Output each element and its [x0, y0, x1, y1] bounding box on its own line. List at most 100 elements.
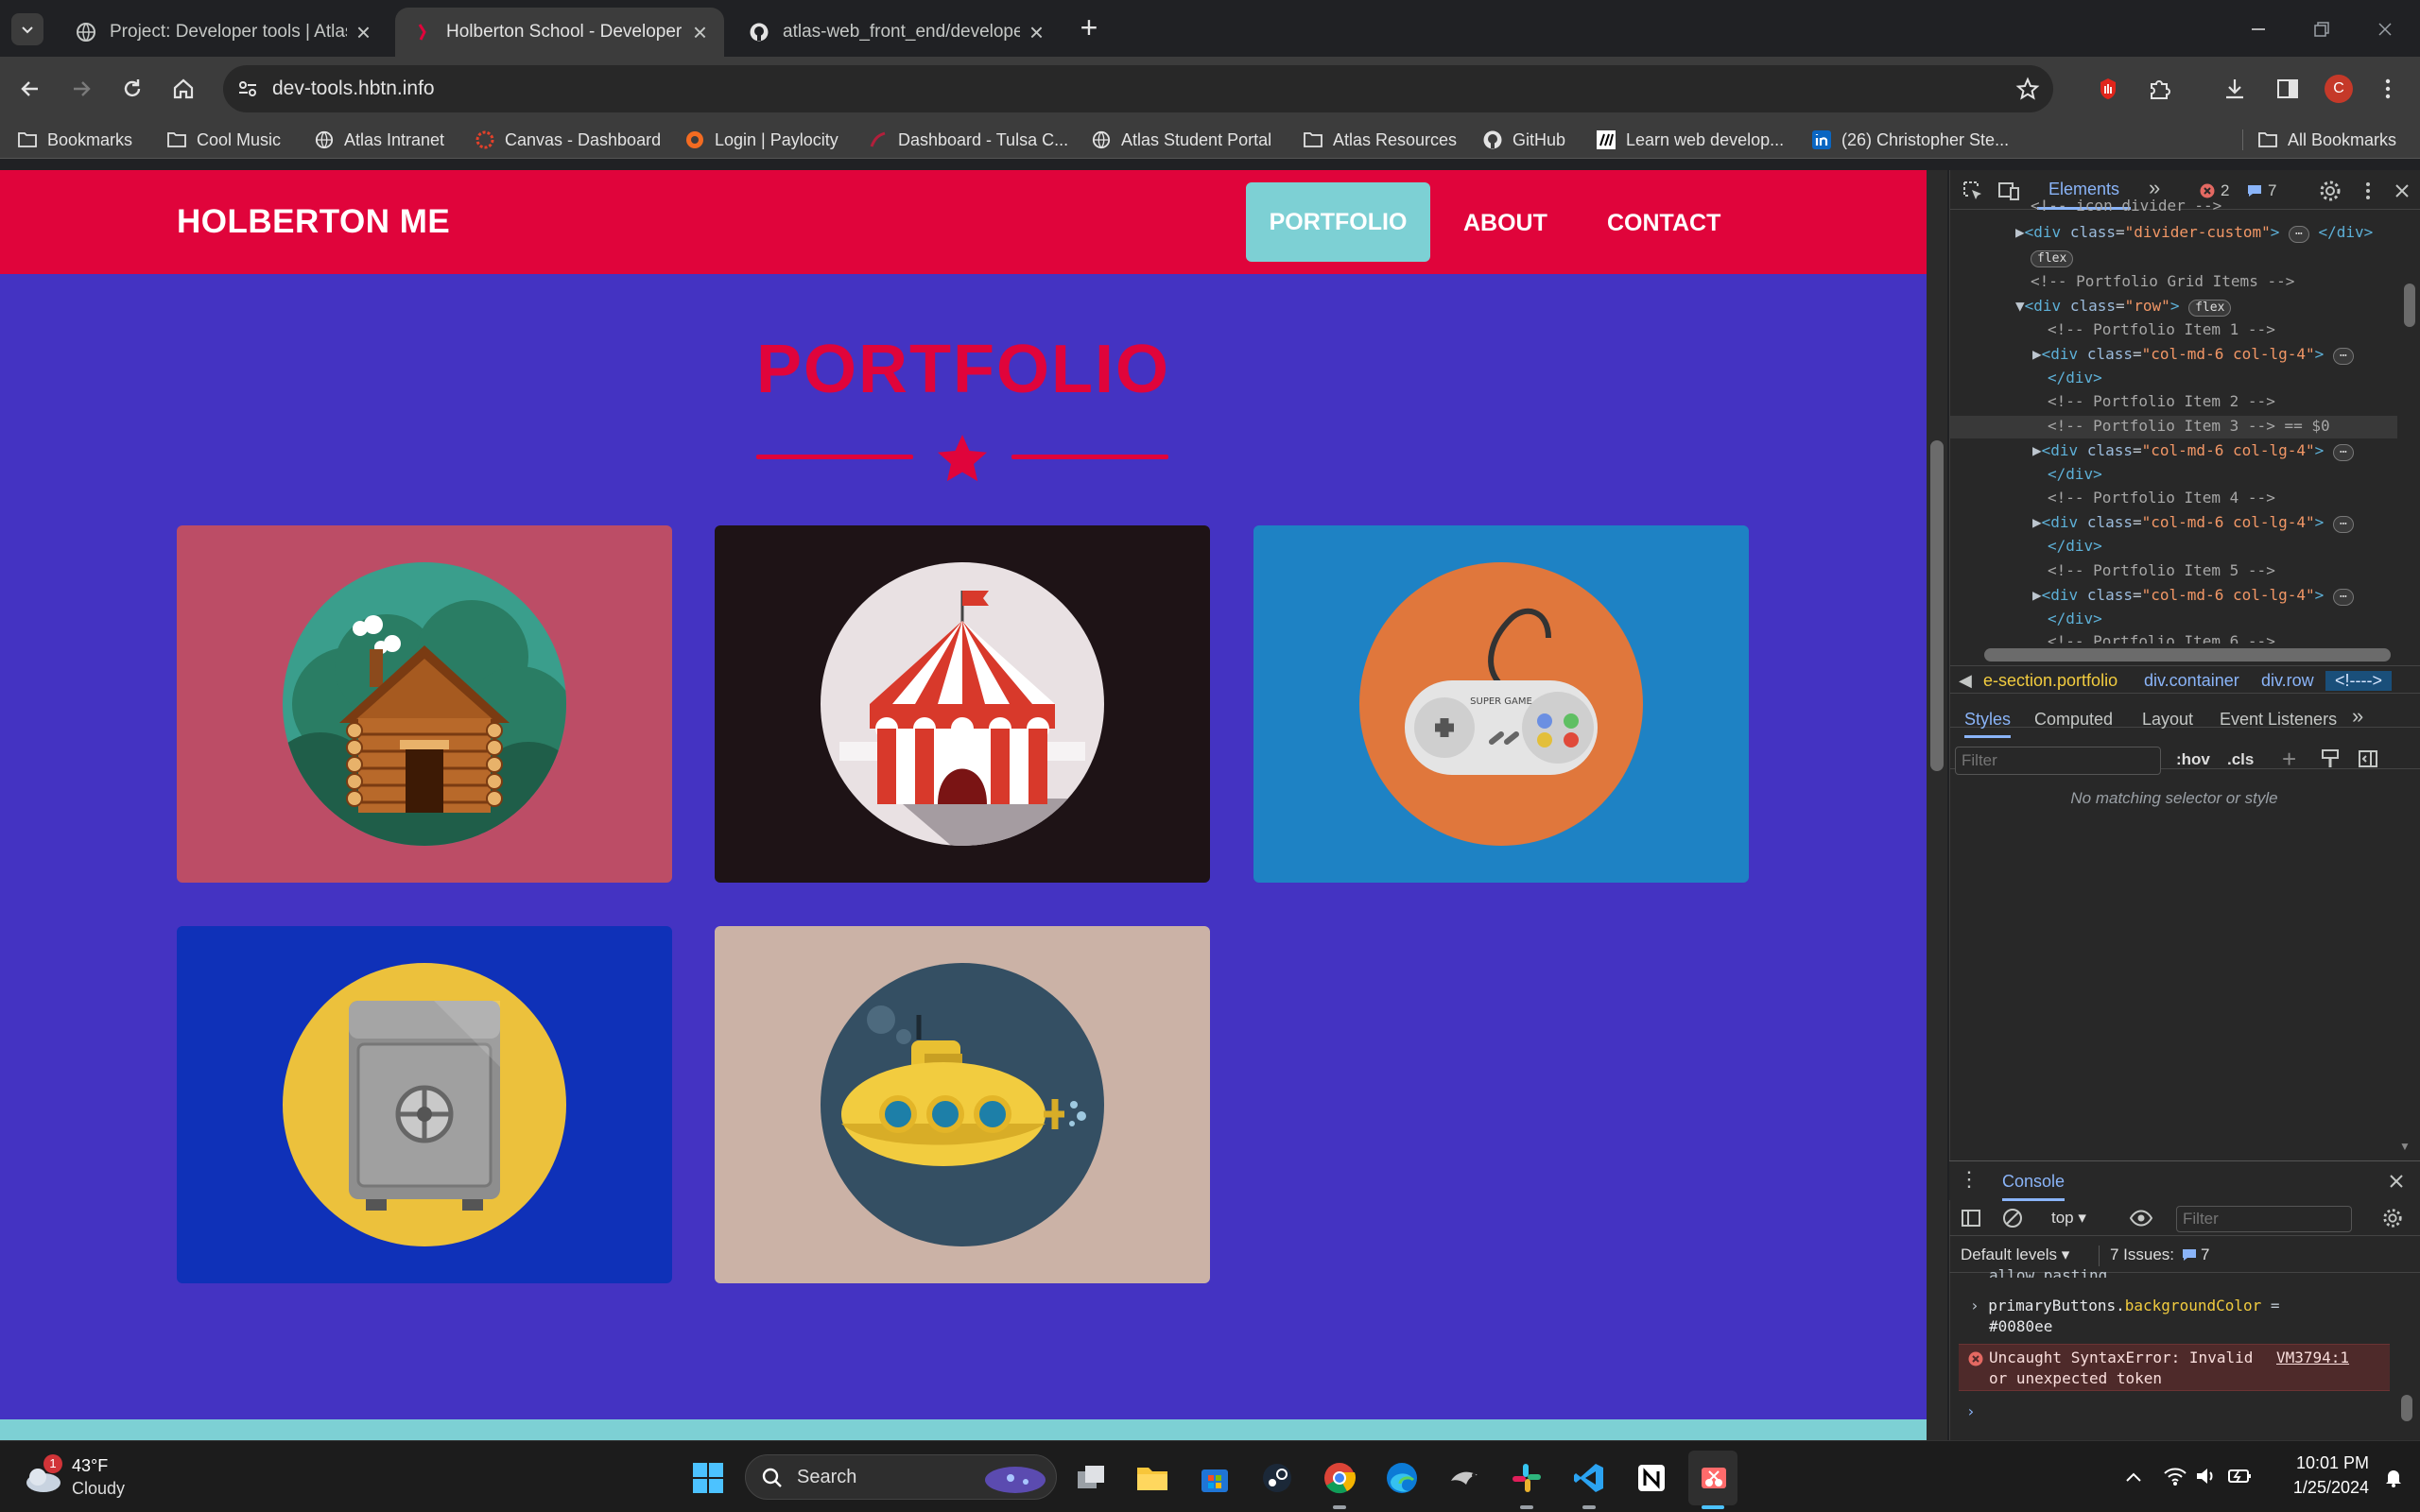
breadcrumb-item[interactable]: e-section.portfolio: [1983, 671, 2118, 691]
close-tab-icon[interactable]: ×: [1029, 20, 1044, 44]
notion-button[interactable]: [1634, 1460, 1669, 1496]
url-text[interactable]: dev-tools.hbtn.info: [272, 75, 435, 103]
tab-event-listeners[interactable]: Event Listeners: [2220, 710, 2337, 730]
bookmark-link[interactable]: Login | Paylocity: [684, 128, 838, 152]
dom-line[interactable]: ▶<div class="col-md-6 col-lg-4"> ⋯: [2032, 345, 2354, 365]
browser-menu-button[interactable]: [2369, 70, 2407, 108]
bookmark-folder[interactable]: Cool Music: [166, 128, 281, 152]
snipping-tool-button[interactable]: [1696, 1460, 1732, 1496]
dom-line[interactable]: <!-- icon divider -->: [2031, 197, 2221, 215]
dom-line[interactable]: ▶<div class="col-md-6 col-lg-4"> ⋯: [2032, 441, 2354, 461]
dom-line[interactable]: <!-- Portfolio Item 5 -->: [2048, 561, 2275, 580]
bookmark-folder[interactable]: Bookmarks: [17, 128, 132, 152]
paint-icon[interactable]: [2320, 748, 2341, 769]
clock[interactable]: 10:01 PM 1/25/2024: [2265, 1451, 2369, 1500]
bookmark-link[interactable]: Learn web develop...: [1596, 128, 1784, 152]
inspect-element-icon[interactable]: [1962, 180, 1984, 202]
horizontal-scrollbar[interactable]: [1984, 648, 2391, 662]
console-sidebar-icon[interactable]: [1961, 1208, 1981, 1228]
toggle-sidebar-icon[interactable]: [2358, 748, 2378, 769]
side-panel-button[interactable]: [2269, 70, 2307, 108]
dom-line[interactable]: </div>: [2048, 610, 2102, 628]
portfolio-item-5[interactable]: [715, 926, 1210, 1283]
game-app-button[interactable]: [1446, 1460, 1482, 1496]
steam-button[interactable]: [1259, 1460, 1295, 1496]
error-source-link[interactable]: VM3794:1: [2276, 1349, 2349, 1367]
site-brand[interactable]: HOLBERTON ME: [177, 203, 450, 241]
console-tab[interactable]: Console: [2002, 1161, 2066, 1201]
log-levels-dropdown[interactable]: Default levels ▾: [1961, 1246, 2069, 1264]
breadcrumb-item[interactable]: div.container: [2144, 671, 2239, 691]
dom-line[interactable]: <!-- Portfolio Item 6 -->: [2048, 632, 2275, 644]
back-button[interactable]: [11, 70, 49, 108]
console-log-entry[interactable]: › primaryButtons.backgroundColor =: [1970, 1297, 2280, 1315]
console-prompt[interactable]: ›: [1966, 1402, 1976, 1421]
notification-bell-icon[interactable]: [2382, 1466, 2405, 1488]
dom-line[interactable]: <!-- Portfolio Item 1 -->: [2048, 320, 2275, 339]
forward-button[interactable]: [62, 70, 100, 108]
portfolio-item-2[interactable]: [715, 525, 1210, 883]
styles-scroll-down-arrow[interactable]: ▼: [2399, 1140, 2411, 1153]
extension-button[interactable]: [2089, 70, 2127, 108]
close-tab-icon[interactable]: ×: [356, 20, 371, 44]
weather-widget[interactable]: 1 43°F Cloudy: [21, 1452, 153, 1502]
address-bar[interactable]: dev-tools.hbtn.info: [223, 65, 2053, 112]
bookmark-link[interactable]: Atlas Intranet: [314, 128, 444, 152]
drawer-menu-icon[interactable]: ⋮: [1959, 1167, 1979, 1192]
battery-icon[interactable]: [2227, 1466, 2252, 1486]
dom-line[interactable]: </div>: [2048, 369, 2102, 387]
tray-overflow-chevron[interactable]: [2121, 1460, 2146, 1494]
wifi-icon[interactable]: [2163, 1466, 2187, 1486]
dom-line[interactable]: ▶<div class="col-md-6 col-lg-4"> ⋯: [2032, 513, 2354, 533]
tab-styles[interactable]: Styles: [1964, 710, 2012, 738]
tab-computed[interactable]: Computed: [2034, 710, 2113, 730]
portfolio-item-4[interactable]: [177, 926, 672, 1283]
portfolio-item-3[interactable]: SUPER GAME: [1253, 525, 1749, 883]
new-style-rule-icon[interactable]: +: [2282, 745, 2296, 774]
extensions-menu-button[interactable]: [2140, 70, 2178, 108]
vscode-button[interactable]: [1571, 1460, 1607, 1496]
nav-link-about[interactable]: ABOUT: [1441, 197, 1570, 249]
clear-console-icon[interactable]: [2002, 1208, 2023, 1228]
dom-line[interactable]: </div>: [2048, 465, 2102, 484]
console-settings-icon[interactable]: [2382, 1208, 2403, 1228]
device-toolbar-icon[interactable]: [1997, 180, 2020, 202]
console-scrollbar-thumb[interactable]: [2401, 1395, 2412, 1421]
nav-link-portfolio[interactable]: PORTFOLIO: [1246, 182, 1430, 262]
breadcrumb-item-selected[interactable]: <!---->: [2325, 671, 2393, 691]
task-view-button[interactable]: [1074, 1460, 1110, 1496]
close-devtools-icon[interactable]: [2391, 180, 2413, 202]
downloads-button[interactable]: [2216, 70, 2254, 108]
message-count-badge[interactable]: 7: [2247, 181, 2276, 200]
new-tab-button[interactable]: +: [1070, 12, 1108, 45]
breadcrumb-item[interactable]: div.row: [2261, 671, 2314, 691]
cls-toggle[interactable]: .cls: [2227, 750, 2254, 769]
store-button[interactable]: [1197, 1460, 1233, 1496]
dom-line[interactable]: ▶<div class="divider-custom"> ⋯ </div>: [2015, 223, 2373, 243]
hov-toggle[interactable]: :hov: [2176, 750, 2210, 769]
file-explorer-button[interactable]: [1134, 1460, 1170, 1496]
settings-gear-icon[interactable]: [2319, 180, 2342, 202]
breadcrumb-item[interactable]: ◀: [1959, 671, 1972, 691]
close-drawer-icon[interactable]: [2386, 1171, 2407, 1192]
dom-line[interactable]: </div>: [2048, 537, 2102, 556]
kebab-menu-icon[interactable]: [2357, 180, 2379, 202]
eye-icon[interactable]: [2129, 1208, 2153, 1228]
star-icon[interactable]: [2015, 77, 2040, 101]
profile-button[interactable]: C: [2320, 70, 2358, 108]
site-info-icon[interactable]: [236, 77, 259, 100]
context-selector[interactable]: top ▾: [2051, 1209, 2086, 1228]
browser-tab-active[interactable]: Holberton School - Developer t ×: [395, 8, 724, 57]
chrome-button[interactable]: [1322, 1460, 1357, 1496]
minimize-button[interactable]: [2244, 15, 2273, 43]
bookmark-link[interactable]: Canvas - Dashboard: [475, 128, 661, 152]
start-button[interactable]: [690, 1460, 726, 1496]
browser-tab[interactable]: atlas-web_front_end/developer ×: [732, 8, 1061, 57]
bookmark-link[interactable]: GitHub: [1482, 128, 1565, 152]
page-scrollbar-thumb[interactable]: [1930, 440, 1944, 771]
all-bookmarks-button[interactable]: All Bookmarks: [2257, 128, 2396, 152]
browser-tab[interactable]: Project: Developer tools | Atlas ×: [59, 8, 388, 57]
elements-scrollbar-thumb[interactable]: [2404, 284, 2415, 327]
dom-line[interactable]: ▶<div class="col-md-6 col-lg-4"> ⋯: [2032, 586, 2354, 606]
issues-link[interactable]: 7 Issues: 7: [2110, 1246, 2210, 1264]
